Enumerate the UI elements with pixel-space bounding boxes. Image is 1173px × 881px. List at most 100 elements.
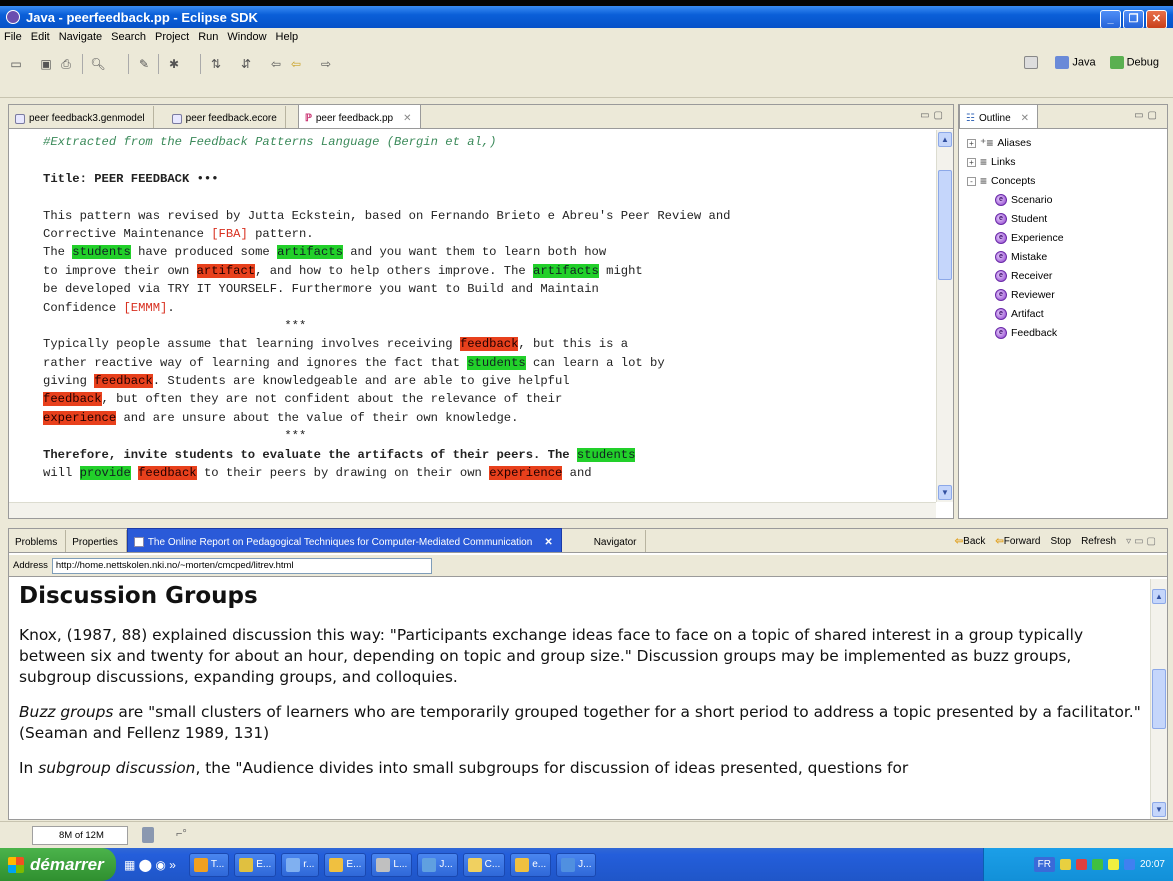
menu-run[interactable]: Run (198, 31, 218, 43)
maximize-button[interactable]: ❐ (1123, 10, 1144, 29)
scroll-thumb[interactable] (938, 170, 952, 280)
taskbar-item[interactable]: J... (417, 852, 458, 877)
marker-icon[interactable]: ⇵ (238, 56, 254, 72)
tree-item-concept[interactable]: e Experience (995, 232, 1064, 244)
collapse-icon[interactable]: - (967, 176, 976, 186)
tree-item-concept[interactable]: e Artifact (995, 308, 1044, 320)
taskbar-item[interactable]: J... (556, 852, 597, 877)
taskbar-item-label: T... (210, 859, 225, 870)
fast-view-icon[interactable]: ⌐° (176, 828, 187, 840)
tray-icon[interactable] (1107, 859, 1119, 870)
save-icon[interactable]: ▣ (38, 56, 54, 72)
tab-properties[interactable]: Properties (66, 530, 127, 552)
tab-browser[interactable]: The Online Report on Pedagogical Techniq… (126, 528, 562, 552)
tray-icon[interactable] (1075, 859, 1087, 870)
address-input[interactable] (51, 557, 432, 574)
tab-navigator[interactable]: Navigator (588, 530, 646, 552)
code-line: *** (43, 427, 923, 445)
menu-search[interactable]: Search (111, 31, 146, 43)
tab-genmodel[interactable]: peer feedback3.genmodel (9, 106, 154, 128)
tab-outline[interactable]: ☷ Outline ✕ (959, 104, 1039, 128)
tree-item-concept[interactable]: e Receiver (995, 270, 1052, 282)
tree-item-concepts[interactable]: - ≡ Concepts (967, 175, 1035, 187)
close-tab-icon[interactable]: ✕ (403, 113, 411, 124)
close-button[interactable]: ✕ (1146, 10, 1167, 29)
annotation-icon[interactable]: ⇅ (208, 56, 224, 72)
taskbar-item-label: E... (346, 859, 362, 870)
address-bar: Address (9, 555, 1167, 577)
menu-navigate[interactable]: Navigate (59, 31, 102, 43)
view-menu-icon[interactable]: ▿▭▢ (1126, 536, 1159, 547)
taskbar-item[interactable]: e... (510, 852, 552, 877)
scroll-thumb[interactable] (1152, 669, 1166, 729)
quicklaunch-icons[interactable]: ▦ ⬤ ◉ » (124, 858, 176, 872)
trash-icon[interactable] (142, 827, 154, 843)
tree-item-concept[interactable]: e Feedback (995, 327, 1057, 339)
open-perspective-icon[interactable] (1024, 56, 1041, 69)
editor-vscroll[interactable]: ▲ ▼ (936, 130, 953, 502)
scroll-down-icon[interactable]: ▼ (938, 485, 952, 500)
code-text: The (43, 245, 73, 260)
stop-button[interactable]: Stop (1050, 536, 1071, 547)
editor-text[interactable]: #Extracted from the Feedback Patterns La… (43, 133, 923, 482)
scroll-up-icon[interactable]: ▲ (1152, 589, 1166, 604)
edit-icon[interactable]: ✎ (136, 56, 152, 72)
language-indicator[interactable]: FR (1033, 857, 1055, 872)
expand-icon[interactable]: + (967, 138, 976, 148)
menu-window[interactable]: Window (227, 31, 266, 43)
perspective-debug[interactable]: Debug (1109, 56, 1159, 69)
tab-problems[interactable]: Problems (9, 530, 67, 552)
tab-ecore[interactable]: peer feedback.ecore (166, 106, 286, 128)
close-tab-icon[interactable]: ✕ (1021, 113, 1029, 124)
back-button[interactable]: ⇦Back (955, 536, 986, 547)
start-button[interactable]: démarrer (0, 848, 116, 881)
highlight-red: artifact (196, 263, 256, 278)
tray-icon[interactable] (1123, 859, 1135, 870)
expand-icon[interactable]: + (967, 157, 976, 167)
taskbar-item[interactable]: E... (234, 852, 277, 877)
new-icon[interactable]: ▭ (8, 56, 24, 72)
tab-pp[interactable]: ℙpeer feedback.pp ✕ (297, 104, 421, 128)
scroll-down-icon[interactable]: ▼ (1152, 802, 1166, 817)
editor-hscroll[interactable] (9, 502, 936, 518)
code-text: Typically people assume that learning in… (43, 337, 460, 352)
run-icon[interactable]: ✱ (166, 56, 182, 72)
browser-vscroll[interactable]: ▲ ▼ (1150, 579, 1167, 819)
back-arrow-icon[interactable]: ⇦ (268, 56, 284, 72)
tree-item-links[interactable]: + ≡ Links (967, 156, 1016, 168)
search-icon[interactable]: 🔍︎ (90, 56, 106, 72)
forward-arrow-icon[interactable]: ⇦ (288, 56, 304, 72)
forward-button[interactable]: ⇦Forward (995, 536, 1040, 547)
menu-help[interactable]: Help (276, 31, 299, 43)
print-icon[interactable]: ⎙ (58, 56, 74, 72)
browser-pane: Problems Properties The Online Report on… (8, 528, 1168, 820)
code-line: Therefore, invite students to evaluate t… (43, 446, 923, 464)
tree-item-concept[interactable]: e Scenario (995, 194, 1052, 206)
tree-item-concept[interactable]: e Reviewer (995, 289, 1055, 301)
page-heading: Discussion Groups (19, 583, 258, 609)
tree-item-aliases[interactable]: + ⁺≡ Aliases (967, 137, 1031, 149)
perspective-java[interactable]: Java (1055, 56, 1096, 69)
tray-icon[interactable] (1059, 859, 1071, 870)
network-icon[interactable] (1091, 859, 1103, 870)
taskbar-item[interactable]: L... (371, 852, 413, 877)
scroll-up-icon[interactable]: ▲ (938, 132, 952, 147)
menu-edit[interactable]: Edit (31, 31, 50, 43)
close-tab-icon[interactable]: ✕ (544, 537, 552, 548)
outline-minmax-icon[interactable]: ▭▢ (1134, 110, 1161, 121)
refresh-button[interactable]: Refresh (1081, 536, 1116, 547)
menu-file[interactable]: File (4, 31, 22, 43)
next-arrow-icon[interactable]: ⇨ (318, 56, 334, 72)
menu-project[interactable]: Project (155, 31, 189, 43)
app-icon (286, 857, 301, 872)
tree-item-concept[interactable]: e Student (995, 213, 1047, 225)
taskbar-item[interactable]: r... (281, 852, 320, 877)
tree-item-concept[interactable]: e Mistake (995, 251, 1047, 263)
taskbar-item[interactable]: C... (462, 852, 506, 877)
editor-minmax-icon[interactable]: ▭▢ (920, 110, 947, 121)
minimize-button[interactable]: _ (1100, 10, 1121, 29)
taskbar-item[interactable]: E... (324, 852, 367, 877)
taskbar-item[interactable]: T... (188, 852, 230, 877)
outline-pane: ☷ Outline ✕ ▭▢ + ⁺≡ Aliases + ≡ Links - ≡ Concep… (958, 104, 1168, 519)
bottom-tabs: Problems Properties The Online Report on… (9, 528, 1167, 553)
